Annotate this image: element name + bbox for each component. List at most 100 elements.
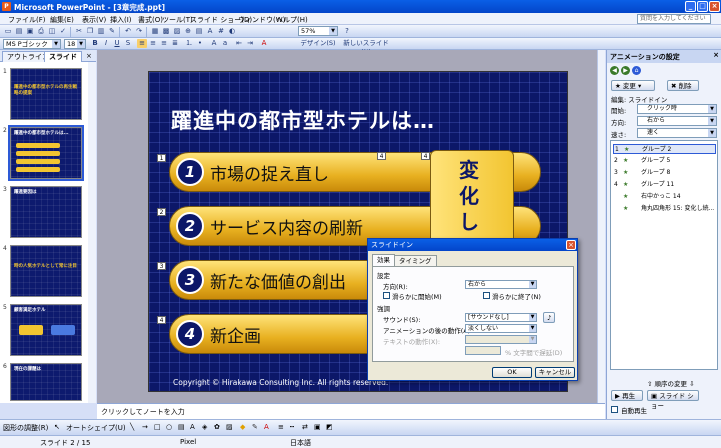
textbox-icon[interactable]: ▤ bbox=[178, 423, 185, 431]
powerpoint-app-icon[interactable]: P bbox=[2, 2, 11, 11]
direction-combo[interactable]: 右から ▼ bbox=[637, 116, 717, 126]
copy-icon[interactable]: ❐ bbox=[85, 27, 95, 36]
new-file-icon[interactable]: ▭ bbox=[3, 27, 13, 36]
menu-edit[interactable]: 編集(E) bbox=[50, 15, 74, 25]
open-folder-icon[interactable]: ▤ bbox=[14, 27, 24, 36]
expand-icon[interactable]: ▤ bbox=[194, 27, 204, 36]
cancel-button[interactable]: キャンセル bbox=[535, 367, 575, 378]
line-icon[interactable]: ╲ bbox=[130, 423, 134, 431]
font-color-icon[interactable]: A bbox=[264, 423, 269, 431]
print-icon[interactable]: ⎙ bbox=[36, 27, 46, 36]
minimize-button[interactable]: _ bbox=[685, 1, 696, 12]
sound-combo[interactable]: [サウンドなし] ▼ bbox=[465, 313, 537, 322]
italic-icon[interactable]: I bbox=[101, 39, 111, 48]
back-icon[interactable]: ◀ bbox=[610, 66, 619, 75]
animation-row[interactable]: 1 ★ グループ 2 bbox=[613, 144, 716, 154]
draw-menu[interactable]: 図形の調整(R) bbox=[3, 423, 48, 433]
arrow-icon[interactable]: → bbox=[142, 423, 148, 431]
slideshow-button[interactable]: ▣ スライド ショー bbox=[647, 390, 699, 410]
format-painter-icon[interactable]: ✎ bbox=[107, 27, 117, 36]
delete-effect-button[interactable]: ✖ 削除 bbox=[667, 80, 699, 91]
maximize-button[interactable]: □ bbox=[697, 1, 708, 12]
undo-icon[interactable]: ↶ bbox=[123, 27, 133, 36]
shadow-icon[interactable]: S bbox=[123, 39, 133, 48]
rectangle-icon[interactable]: □ bbox=[154, 423, 161, 431]
tab-effect[interactable]: 効果 bbox=[372, 254, 395, 266]
animation-row[interactable]: 2 ★ グループ 5 bbox=[613, 156, 716, 166]
line-style-icon[interactable]: ≡ bbox=[278, 423, 284, 431]
font-color-icon[interactable]: A bbox=[259, 39, 269, 48]
delay-spinner[interactable] bbox=[465, 346, 501, 355]
font-size-combo[interactable]: 18 ▼ bbox=[64, 39, 86, 49]
select-pointer-icon[interactable]: ↖ bbox=[54, 423, 60, 431]
clipart-icon[interactable]: ✿ bbox=[214, 423, 220, 431]
numbering-icon[interactable]: ⒈ bbox=[184, 39, 194, 48]
menu-format[interactable]: 書式(O) bbox=[138, 15, 163, 25]
tab-timing[interactable]: タイミング bbox=[394, 255, 437, 266]
after-anim-combo[interactable]: 淡くしない ▼ bbox=[465, 324, 537, 333]
notes-pane[interactable]: クリックしてノートを入力 bbox=[97, 403, 605, 419]
zoom-combo[interactable]: 57% ▼ bbox=[298, 26, 338, 36]
insert-link-icon[interactable]: ⊕ bbox=[183, 27, 193, 36]
autopreview-checkbox[interactable] bbox=[611, 406, 618, 413]
color-grayscale-icon[interactable]: ◐ bbox=[227, 27, 237, 36]
animation-row[interactable]: ★ 右中かっこ 14 bbox=[613, 192, 716, 202]
slides-scrollbar[interactable] bbox=[88, 62, 96, 403]
menu-file[interactable]: ファイル(F) bbox=[8, 15, 46, 25]
animation-row[interactable]: 4 ★ グループ 11 bbox=[613, 180, 716, 190]
oval-icon[interactable]: ○ bbox=[166, 423, 172, 431]
animation-row[interactable]: ★ 角丸四角形 15: 変化し続... bbox=[613, 204, 716, 214]
slide-thumbnail-4[interactable]: 時の人気ホテルとして常に注目 bbox=[10, 245, 82, 297]
preview-icon[interactable]: ◫ bbox=[47, 27, 57, 36]
close-icon[interactable]: × bbox=[713, 51, 719, 59]
paste-icon[interactable]: ▥ bbox=[96, 27, 106, 36]
fill-color-icon[interactable]: ◆ bbox=[240, 423, 245, 431]
align-right-icon[interactable]: ≡ bbox=[159, 39, 169, 48]
menu-insert[interactable]: 挿入(I) bbox=[110, 15, 132, 25]
line-color-icon[interactable]: ✎ bbox=[252, 423, 258, 431]
slide-thumbnail-1[interactable]: 躍進中の都市型ホテルの再生戦略の提案 bbox=[10, 68, 82, 120]
insert-picture-icon[interactable]: ▨ bbox=[172, 27, 182, 36]
slide-thumbnail-5[interactable]: 顧客満足ホテル bbox=[10, 304, 82, 356]
slide-thumbnail-3[interactable]: 躍進要因は bbox=[10, 186, 82, 238]
underline-icon[interactable]: U bbox=[112, 39, 122, 48]
slide-title[interactable]: 躍進中の都市型ホテルは… bbox=[171, 105, 435, 135]
bullets-icon[interactable]: • bbox=[195, 39, 205, 48]
slide-thumbnail-6[interactable]: 現在の課題は bbox=[10, 363, 82, 401]
font-name-combo[interactable]: MS Pゴシック ▼ bbox=[3, 39, 61, 49]
close-button[interactable]: × bbox=[709, 1, 720, 12]
tab-slides[interactable]: スライド bbox=[44, 51, 82, 62]
menu-view[interactable]: 表示(V) bbox=[82, 15, 106, 25]
insert-chart-icon[interactable]: ▦ bbox=[150, 27, 160, 36]
slide-thumbnail-2[interactable]: 躍進中の都市型ホテルは... bbox=[8, 125, 84, 181]
help-search-input[interactable]: 質問を入力してください bbox=[637, 14, 711, 24]
forward-icon[interactable]: ▶ bbox=[621, 66, 630, 75]
diagram-icon[interactable]: ◈ bbox=[202, 423, 207, 431]
decrease-indent-icon[interactable]: ⇤ bbox=[234, 39, 244, 48]
design-button[interactable]: デザイン(S) bbox=[298, 39, 338, 48]
smooth-end-checkbox[interactable] bbox=[483, 292, 490, 299]
dialog-direction-combo[interactable]: 右から ▼ bbox=[465, 280, 537, 289]
bold-icon[interactable]: B bbox=[90, 39, 100, 48]
grid-icon[interactable]: # bbox=[216, 27, 226, 36]
ok-button[interactable]: OK bbox=[492, 367, 532, 378]
play-button[interactable]: ▶ 再生 bbox=[611, 390, 643, 401]
increase-font-icon[interactable]: A bbox=[209, 39, 219, 48]
text-anim-combo[interactable]: ▼ bbox=[465, 335, 537, 344]
autoshape-menu[interactable]: オートシェイプ(U) bbox=[66, 423, 126, 433]
editor-scrollbar[interactable] bbox=[597, 50, 605, 403]
show-format-icon[interactable]: A bbox=[205, 27, 215, 36]
new-slide-button[interactable]: 新しいスライド(N) bbox=[342, 39, 390, 56]
picture-icon[interactable]: ▨ bbox=[226, 423, 233, 431]
save-icon[interactable]: ▣ bbox=[25, 27, 35, 36]
help-icon[interactable]: ? bbox=[342, 27, 352, 36]
align-center-icon[interactable]: ≡ bbox=[148, 39, 158, 48]
increase-indent-icon[interactable]: ⇥ bbox=[245, 39, 255, 48]
shadow-style-icon[interactable]: ▣ bbox=[314, 423, 321, 431]
menu-tools[interactable]: ツール(T) bbox=[162, 15, 193, 25]
dash-style-icon[interactable]: ┅ bbox=[290, 423, 294, 431]
close-icon[interactable]: × bbox=[566, 240, 576, 250]
redo-icon[interactable]: ↷ bbox=[134, 27, 144, 36]
smooth-start-checkbox[interactable] bbox=[383, 292, 390, 299]
align-left-icon[interactable]: ≡ bbox=[137, 39, 147, 48]
